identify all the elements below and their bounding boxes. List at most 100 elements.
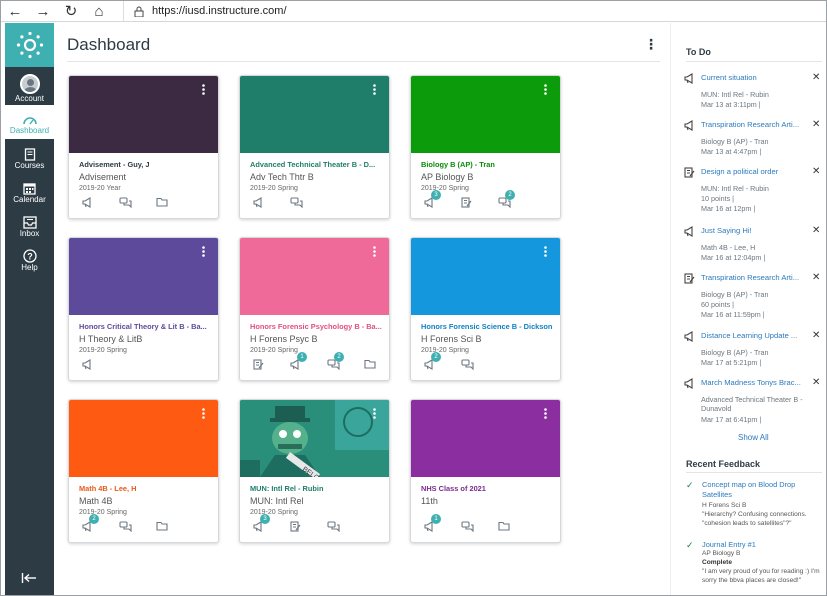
discussion-icon[interactable] (327, 521, 340, 535)
course-name-link[interactable]: Biology B (AP) - Tran (421, 160, 555, 169)
course-card[interactable]: BELGIUM MUN: Intl Rel - Rubin MUN: Intl Re… (239, 399, 390, 543)
announcement-icon[interactable] (82, 359, 94, 373)
reload-icon[interactable]: ↻ (57, 1, 85, 21)
todo-item-link[interactable]: Current situation (701, 73, 805, 82)
dashboard-options-button[interactable]: ⋮ (644, 36, 658, 53)
course-name-link[interactable]: Advanced Technical Theater B - D... (250, 160, 384, 169)
announcement-icon[interactable] (253, 197, 265, 211)
files-icon[interactable] (364, 359, 376, 372)
nav-courses[interactable]: Courses (5, 139, 54, 173)
course-card[interactable]: Math 4B - Lee, H Math 4B 2019-20 Spring 2 (68, 399, 219, 543)
card-options-icon[interactable] (544, 408, 547, 420)
course-card-hero[interactable] (411, 238, 560, 315)
forward-icon[interactable]: → (29, 1, 57, 21)
course-code: AP Biology B (421, 172, 474, 182)
card-options-icon[interactable] (373, 408, 376, 420)
canvas-logo[interactable] (5, 23, 54, 67)
announcement-icon[interactable] (82, 197, 94, 211)
todo-item: Transpiration Research Arti... ✕ Biology B… (684, 272, 824, 319)
nav-calendar[interactable]: Calendar (5, 173, 54, 207)
course-name-link[interactable]: NHS Class of 2021 (421, 484, 555, 493)
feedback-comment: "Hierarchy? Confusing connections. "cohe… (702, 511, 807, 527)
collapse-nav-icon[interactable] (21, 571, 37, 587)
course-card[interactable]: Honors Forensic Psychology B - Ba... H Fo… (239, 237, 390, 381)
dismiss-icon[interactable]: ✕ (812, 272, 820, 283)
card-options-icon[interactable] (202, 84, 205, 96)
announcement-icon (684, 331, 696, 344)
dismiss-icon[interactable]: ✕ (812, 72, 820, 83)
discussion-icon[interactable] (119, 197, 132, 211)
assignment-icon (684, 273, 695, 286)
course-name-link[interactable]: Honors Forensic Science B - Dickson (421, 322, 555, 331)
unread-count-badge: 2 (89, 514, 99, 524)
files-icon[interactable] (156, 521, 168, 534)
todo-item-link[interactable]: Transpiration Research Arti... (701, 273, 805, 282)
todo-item-detail: 10 points | (701, 194, 735, 203)
nav-help[interactable]: ? Help (5, 241, 54, 275)
course-term: 2019-20 Spring (250, 185, 298, 192)
back-icon[interactable]: ← (1, 1, 29, 21)
assignment-icon[interactable] (461, 197, 472, 211)
card-options-icon[interactable] (373, 246, 376, 258)
nav-account[interactable]: Account (5, 67, 54, 105)
nav-dashboard[interactable]: Dashboard (5, 105, 54, 139)
feedback-assignment-link[interactable]: Journal Entry #1 (702, 540, 817, 550)
files-icon[interactable] (156, 197, 168, 210)
course-card[interactable]: Honors Forensic Science B - Dickson H For… (410, 237, 561, 381)
card-options-icon[interactable] (202, 408, 205, 420)
course-card-hero[interactable] (411, 76, 560, 153)
course-card-hero[interactable] (411, 400, 560, 477)
course-card-hero[interactable] (69, 400, 218, 477)
course-name-link[interactable]: Math 4B - Lee, H (79, 484, 213, 493)
course-card-hero[interactable] (69, 76, 218, 153)
course-card[interactable]: Biology B (AP) - Tran AP Biology B 2019-20… (410, 75, 561, 219)
todo-item-link[interactable]: March Madness Tonys Brac... (701, 378, 805, 387)
course-card-hero[interactable] (240, 238, 389, 315)
discussion-icon[interactable] (290, 197, 303, 211)
discussion-icon[interactable] (119, 521, 132, 535)
course-name-link[interactable]: Honors Critical Theory & Lit B - Ba... (79, 322, 213, 331)
course-name-link[interactable]: Honors Forensic Psychology B - Ba... (250, 322, 384, 331)
card-options-icon[interactable] (544, 84, 547, 96)
course-name-link[interactable]: Advisement - Guy, J (79, 160, 213, 169)
dismiss-icon[interactable]: ✕ (812, 330, 820, 341)
todo-item-detail: Mar 17 at 6:41pm | (701, 415, 762, 424)
discussion-icon[interactable] (461, 521, 474, 535)
feedback-assignment-link[interactable]: Concept map on Blood Drop Satellites (702, 480, 817, 500)
show-all-link[interactable]: Show All (738, 433, 769, 442)
card-options-icon[interactable] (373, 84, 376, 96)
course-card[interactable]: Advisement - Guy, J Advisement 2019-20 Yea… (68, 75, 219, 219)
browser-toolbar: ← → ↻ ⌂ https://iusd.instructure.com/ (1, 1, 826, 22)
todo-item-detail: Mar 13 at 4:47pm | (701, 147, 762, 156)
course-card-hero[interactable]: BELGIUM (240, 400, 389, 477)
todo-item-detail: Mar 13 at 3:11pm | (701, 100, 761, 109)
files-icon[interactable] (498, 521, 510, 534)
card-options-icon[interactable] (544, 246, 547, 258)
course-name-link[interactable]: MUN: Intl Rel - Rubin (250, 484, 384, 493)
discussion-icon[interactable] (461, 359, 474, 373)
announcement-icon (684, 73, 696, 86)
dismiss-icon[interactable]: ✕ (812, 166, 820, 177)
dismiss-icon[interactable]: ✕ (812, 225, 820, 236)
course-card[interactable]: Honors Critical Theory & Lit B - Ba... H … (68, 237, 219, 381)
feedback-course: AP Biology B (702, 550, 741, 557)
course-card[interactable]: Advanced Technical Theater B - D... Adv T… (239, 75, 390, 219)
home-icon[interactable]: ⌂ (85, 1, 113, 21)
address-bar[interactable]: https://iusd.instructure.com/ (123, 1, 287, 21)
assignment-icon[interactable] (253, 359, 264, 373)
course-card-action-icons: 2 (79, 514, 218, 535)
card-options-icon[interactable] (202, 246, 205, 258)
dismiss-icon[interactable]: ✕ (812, 119, 820, 130)
course-card-hero[interactable] (240, 76, 389, 153)
course-card[interactable]: NHS Class of 2021 11th 1 (410, 399, 561, 543)
todo-item-link[interactable]: Just Saying Hi! (701, 226, 805, 235)
course-card-hero[interactable] (69, 238, 218, 315)
todo-item-detail: 60 points | (701, 300, 735, 309)
todo-item-course: Biology B (AP) - Tran (701, 290, 769, 299)
todo-item-link[interactable]: Transpiration Research Arti... (701, 120, 805, 129)
nav-inbox[interactable]: Inbox (5, 207, 54, 241)
todo-item-link[interactable]: Design a political order (701, 167, 805, 176)
assignment-icon[interactable] (290, 521, 301, 535)
dismiss-icon[interactable]: ✕ (812, 377, 820, 388)
todo-item-link[interactable]: Distance Learning Update ... (701, 331, 805, 340)
